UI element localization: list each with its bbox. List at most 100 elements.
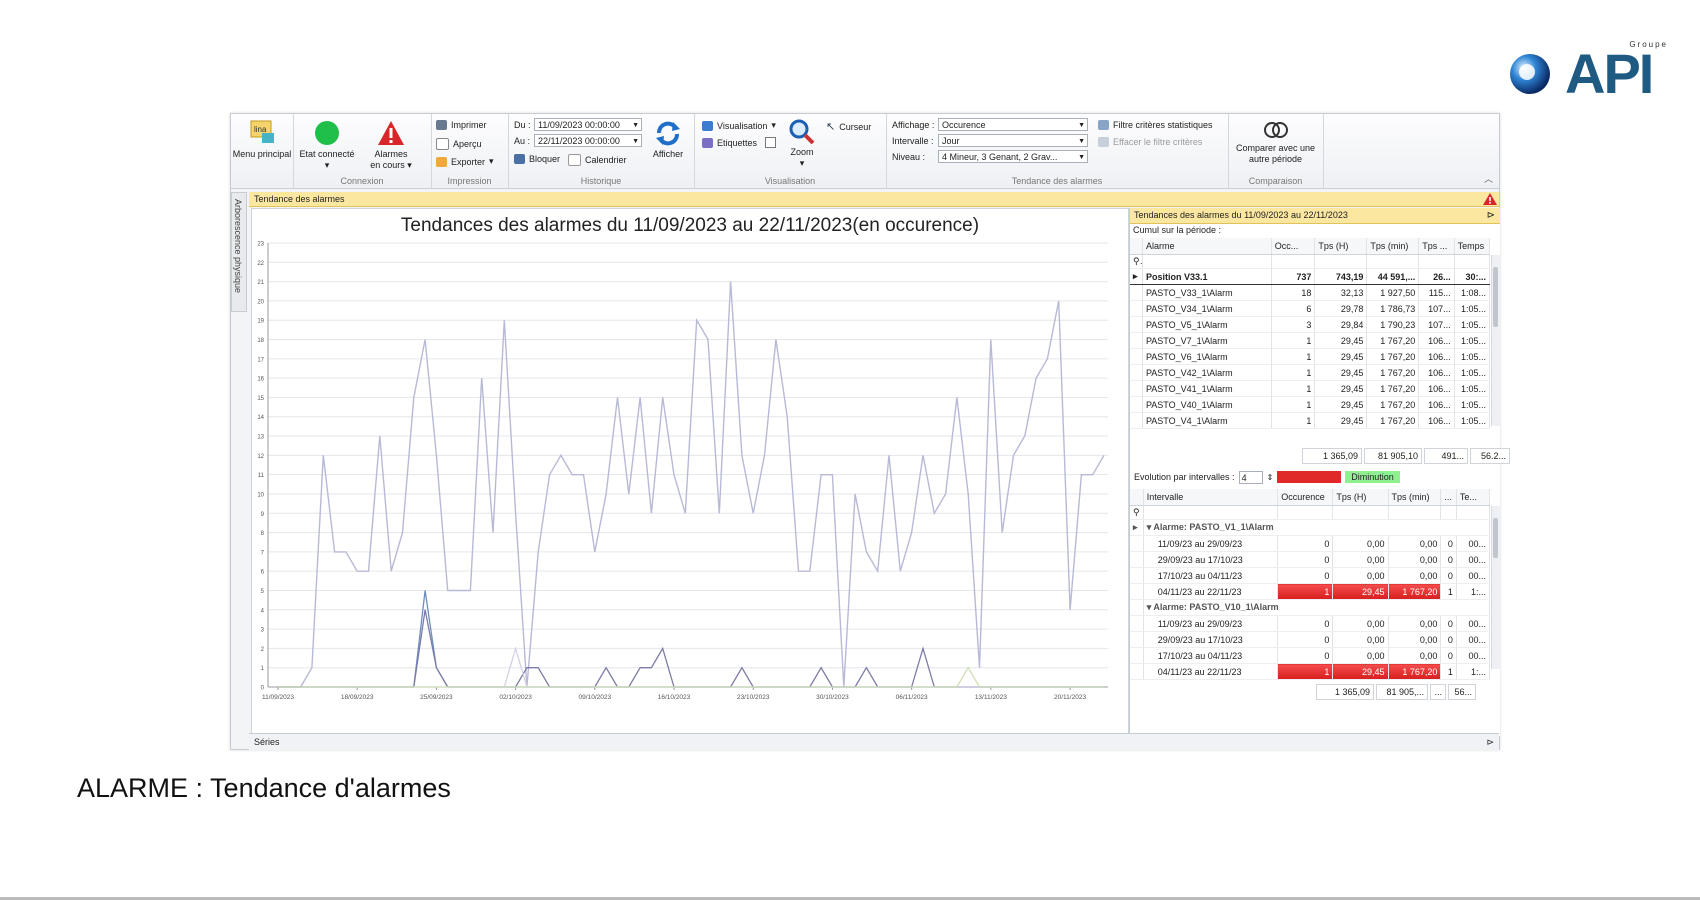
table-cell: 18 [1271, 284, 1316, 301]
etiquettes-toggle[interactable]: Etiquettes [702, 137, 777, 148]
row-indicator-header [1130, 489, 1144, 506]
x-tick-label: 11/09/2023 [262, 694, 294, 701]
etiquettes-checkbox[interactable] [765, 137, 777, 148]
table-row[interactable]: PASTO_V6_1\Alarm 1 29,45 1 767,20 106... 1:05… [1130, 348, 1491, 365]
table-row[interactable]: 29/09/23 au 17/10/23 0 0,00 0,00 0 00... [1130, 551, 1491, 568]
y-tick-label: 15 [257, 396, 264, 402]
filter-cell [1418, 254, 1455, 269]
table-cell: 26... [1418, 268, 1455, 285]
collapse-ribbon-icon[interactable]: ︿ [1484, 172, 1493, 185]
table-cell: 00... [1456, 567, 1491, 584]
column-header[interactable]: Tps (H) [1314, 238, 1368, 255]
table-row[interactable]: PASTO_V33_1\Alarm 18 32,13 1 927,50 115... 1:… [1130, 284, 1491, 301]
column-header[interactable]: Alarme [1142, 238, 1272, 255]
apercu-button[interactable]: Aperçu [436, 138, 482, 150]
column-header[interactable]: ... [1440, 489, 1457, 506]
y-tick-label: 4 [261, 608, 265, 614]
menu-principal-button[interactable]: lina Menu principal [231, 120, 293, 160]
row-indicator [1130, 615, 1144, 632]
intervalle-select[interactable]: Jour ▼ [938, 134, 1088, 147]
table-cell: 29/09/23 au 17/10/23 [1143, 551, 1279, 568]
table-row[interactable]: PASTO_V7_1\Alarm 1 29,45 1 767,20 106... 1:05… [1130, 332, 1491, 349]
au-date-picker[interactable]: 22/11/2023 00:00:00 ▼ [534, 134, 642, 147]
y-tick-label: 10 [257, 492, 264, 498]
total-cell: 491... [1424, 448, 1468, 464]
table-row[interactable]: PASTO_V42_1\Alarm 1 29,45 1 767,20 106... 1:0… [1130, 364, 1491, 381]
column-header[interactable]: Temps [1454, 238, 1491, 255]
column-header[interactable]: Te... [1456, 489, 1491, 506]
statistics-panel: Tendances des alarmes du 11/09/2023 au 2… [1129, 208, 1510, 736]
series-panel-bar[interactable]: Séries ⊳ [249, 733, 1499, 750]
visualisation-dropdown[interactable]: Visualisation ▾ [702, 120, 776, 131]
exporter-button[interactable]: Exporter ▾ [436, 156, 494, 167]
spinner-arrows-icon[interactable]: ⇕ [1267, 473, 1274, 482]
table-cell: 1 [1271, 364, 1316, 381]
filter-icon: ⚲ [1130, 505, 1144, 520]
table-row[interactable]: 04/11/23 au 22/11/23 1 29,45 1 767,20 1 1:... [1130, 583, 1491, 600]
calendrier-button[interactable]: Calendrier [568, 154, 627, 166]
column-header[interactable]: Intervalle [1143, 489, 1279, 506]
table-cell: PASTO_V41_1\Alarm [1142, 380, 1272, 397]
table-row[interactable]: 04/11/23 au 22/11/23 1 29,45 1 767,20 1 1:... [1130, 663, 1491, 680]
afficher-button[interactable]: Afficher [644, 120, 692, 160]
comparer-button[interactable]: Comparer avec une autre période [1228, 120, 1323, 165]
table-row[interactable]: 17/10/23 au 04/11/23 0 0,00 0,00 0 00... [1130, 567, 1491, 584]
table-row[interactable]: PASTO_V4_1\Alarm 1 29,45 1 767,20 106... 1:05… [1130, 412, 1491, 429]
table-row[interactable]: 17/10/23 au 04/11/23 0 0,00 0,00 0 00... [1130, 647, 1491, 664]
table-row[interactable]: PASTO_V41_1\Alarm 1 29,45 1 767,20 106... 1:0… [1130, 380, 1491, 397]
alarmes-en-cours-button[interactable]: Alarmes en cours ▾ [363, 120, 419, 171]
column-header[interactable]: Tps (H) [1332, 489, 1389, 506]
table-row[interactable]: ▸ Position V33.1 737 743,19 44 591,... 26... 3… [1130, 268, 1491, 285]
filter-row[interactable]: ⚲ [1130, 254, 1491, 269]
evolution-spinner[interactable]: 4 [1238, 470, 1263, 484]
column-header[interactable]: Tps (min) [1388, 489, 1442, 506]
clear-filter-icon [1098, 137, 1109, 147]
arborescence-side-tab[interactable]: Arborescence physique [231, 192, 247, 312]
table-cell: 00... [1456, 615, 1491, 632]
column-header[interactable]: Occ... [1271, 238, 1316, 255]
table-row[interactable]: 29/09/23 au 17/10/23 0 0,00 0,00 0 00... [1130, 631, 1491, 648]
affichage-select[interactable]: Occurence ▼ [938, 118, 1088, 131]
y-tick-label: 18 [257, 338, 264, 344]
table-cell: 743,19 [1314, 268, 1368, 285]
table-row[interactable]: 11/09/23 au 29/09/23 0 0,00 0,00 0 00... [1130, 615, 1491, 632]
group-row[interactable]: ▾ Alarme: PASTO_V10_1\Alarm [1130, 599, 1491, 616]
effacer-filtre-button[interactable]: Effacer le filtre critères [1098, 137, 1202, 147]
niveau-select[interactable]: 4 Mineur, 3 Genant, 2 Grav... ▼ [938, 150, 1088, 163]
group-row[interactable]: ▸ ▾ Alarme: PASTO_V1_1\Alarm [1130, 519, 1491, 536]
trend-chart[interactable]: 0123456789101112131415161718192021222311… [252, 237, 1128, 737]
column-header[interactable]: Tps (min) [1366, 238, 1420, 255]
column-header[interactable]: Occurence [1277, 489, 1334, 506]
pin-icon[interactable]: ⊳ [1481, 734, 1494, 750]
etat-connecte-button[interactable]: Etat connecté ▾ [297, 120, 357, 171]
cumul-scrollbar[interactable] [1491, 255, 1500, 426]
row-indicator [1130, 583, 1144, 600]
table-row[interactable]: PASTO_V5_1\Alarm 3 29,84 1 790,23 107... 1:05… [1130, 316, 1491, 333]
table-cell: 0,00 [1388, 631, 1442, 648]
pin-icon[interactable]: ⊳ [1483, 208, 1495, 223]
chevron-down-icon: ▼ [1078, 138, 1085, 145]
evolution-scrollbar[interactable] [1491, 506, 1500, 669]
table-cell: 11/09/23 au 29/09/23 [1143, 615, 1279, 632]
table-cell: 11/09/23 au 29/09/23 [1143, 535, 1279, 552]
curseur-label: Curseur [839, 121, 872, 132]
table-cell: 107... [1418, 316, 1455, 333]
column-header[interactable]: Tps ... [1418, 238, 1455, 255]
bloquer-button[interactable]: Bloquer [514, 154, 560, 164]
filtre-criteres-button[interactable]: Filtre critères statistiques [1098, 120, 1213, 130]
table-row[interactable]: 11/09/23 au 29/09/23 0 0,00 0,00 0 00... [1130, 535, 1491, 552]
chart-icon [702, 120, 713, 131]
y-tick-label: 21 [257, 280, 264, 286]
imprimer-button[interactable]: Imprimer [436, 120, 487, 130]
augmentation-legend: Augmentation [1277, 471, 1342, 483]
curseur-button[interactable]: ↖ Curseur [826, 120, 871, 133]
effacer-label: Effacer le filtre critères [1113, 137, 1203, 147]
table-cell: 1 [1277, 583, 1334, 600]
svg-text:lina: lina [254, 125, 267, 134]
du-date-picker[interactable]: 11/09/2023 00:00:00 ▼ [534, 118, 642, 131]
table-row[interactable]: PASTO_V40_1\Alarm 1 29,45 1 767,20 106... 1:0… [1130, 396, 1491, 413]
table-cell: PASTO_V34_1\Alarm [1142, 300, 1272, 317]
table-row[interactable]: PASTO_V34_1\Alarm 6 29,78 1 786,73 107... 1:0… [1130, 300, 1491, 317]
zoom-button[interactable]: Zoom ▾ [782, 118, 822, 169]
filter-row[interactable]: ⚲ [1130, 505, 1491, 520]
